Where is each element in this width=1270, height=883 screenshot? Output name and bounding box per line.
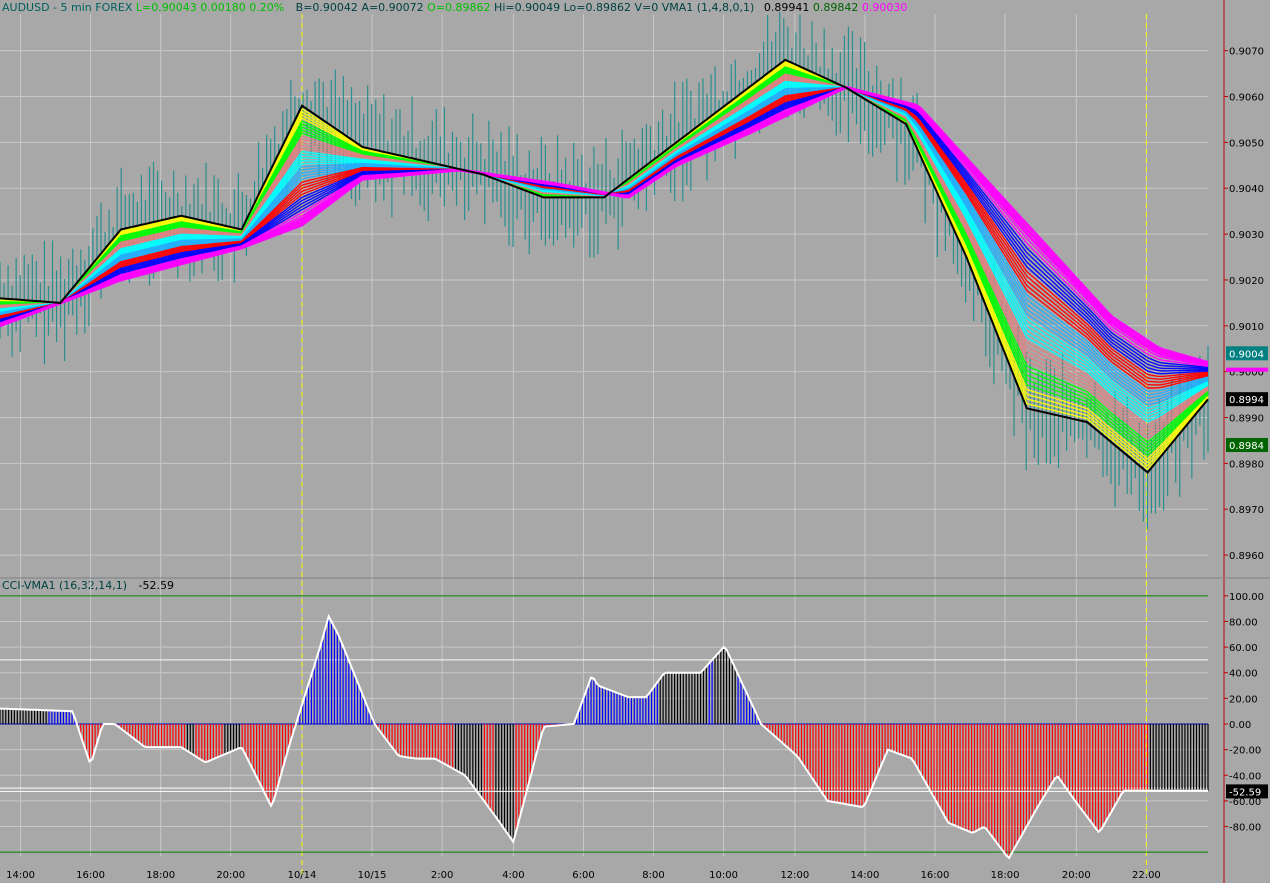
cci-tick-label: 20.00 [1229, 694, 1258, 705]
time-tick-label: 14:00 [851, 870, 880, 881]
time-tick-label: 10/15 [358, 870, 387, 881]
time-tick-label: 18:00 [991, 870, 1020, 881]
chart-window: AUDUSD - 5 min FOREX L=0.90043 0.00180 0… [0, 0, 1270, 883]
time-tick-label: 12:00 [780, 870, 809, 881]
price-tick-label: 0.9050 [1229, 138, 1264, 149]
price-tick-label: 0.9020 [1229, 276, 1264, 287]
cci-tick-label: 60.00 [1229, 643, 1258, 654]
cci-tick-label: 80.00 [1229, 617, 1258, 628]
price-chart: 0.9070 0.9060 0.9050 0.9040 0.9030 0.9020 0.90… [0, 0, 1270, 883]
time-tick-label: 10:00 [709, 870, 738, 881]
cci-tick-label: 0.00 [1229, 720, 1251, 731]
cci-tick-label: -60.00 [1229, 797, 1261, 808]
price-tick-label: 0.9070 [1229, 47, 1264, 58]
time-tick-label: 16:00 [76, 870, 105, 881]
time-tick-label: 16:00 [921, 870, 950, 881]
time-tick-label: 2:00 [431, 870, 453, 881]
price-tick-label: 0.9010 [1229, 322, 1264, 333]
price-tick-label: 0.9030 [1229, 230, 1264, 241]
time-tick-label: 4:00 [502, 870, 524, 881]
cci-tag-label: -52.59 [1229, 787, 1261, 798]
price-tick-label: 0.9060 [1229, 93, 1264, 104]
cci-tick-label: -80.00 [1229, 823, 1261, 834]
price-tick-label: 0.9040 [1229, 184, 1264, 195]
price-tag-label: 0.8984 [1229, 441, 1264, 452]
time-tick-label: 20:00 [1062, 870, 1091, 881]
price-tag-magenta [1226, 367, 1268, 372]
price-tick-label: 0.8980 [1229, 459, 1264, 470]
price-tag-label: 0.8994 [1229, 395, 1264, 406]
time-tick-label: 18:00 [146, 870, 175, 881]
cci-tick-label: -20.00 [1229, 746, 1261, 757]
price-tag-label: 0.9004 [1229, 349, 1264, 360]
price-tick-label: 0.8990 [1229, 414, 1264, 425]
cci-tick-label: 100.00 [1229, 592, 1264, 603]
time-tick-label: 14:00 [6, 870, 35, 881]
cci-tick-label: -40.00 [1229, 771, 1261, 782]
price-tick-label: 0.8960 [1229, 551, 1264, 562]
cci-tick-label: 40.00 [1229, 669, 1258, 680]
price-tick-label: 0.8970 [1229, 505, 1264, 516]
time-tick-label: 8:00 [642, 870, 664, 881]
time-tick-label: 20:00 [216, 870, 245, 881]
time-tick-label: 6:00 [572, 870, 594, 881]
